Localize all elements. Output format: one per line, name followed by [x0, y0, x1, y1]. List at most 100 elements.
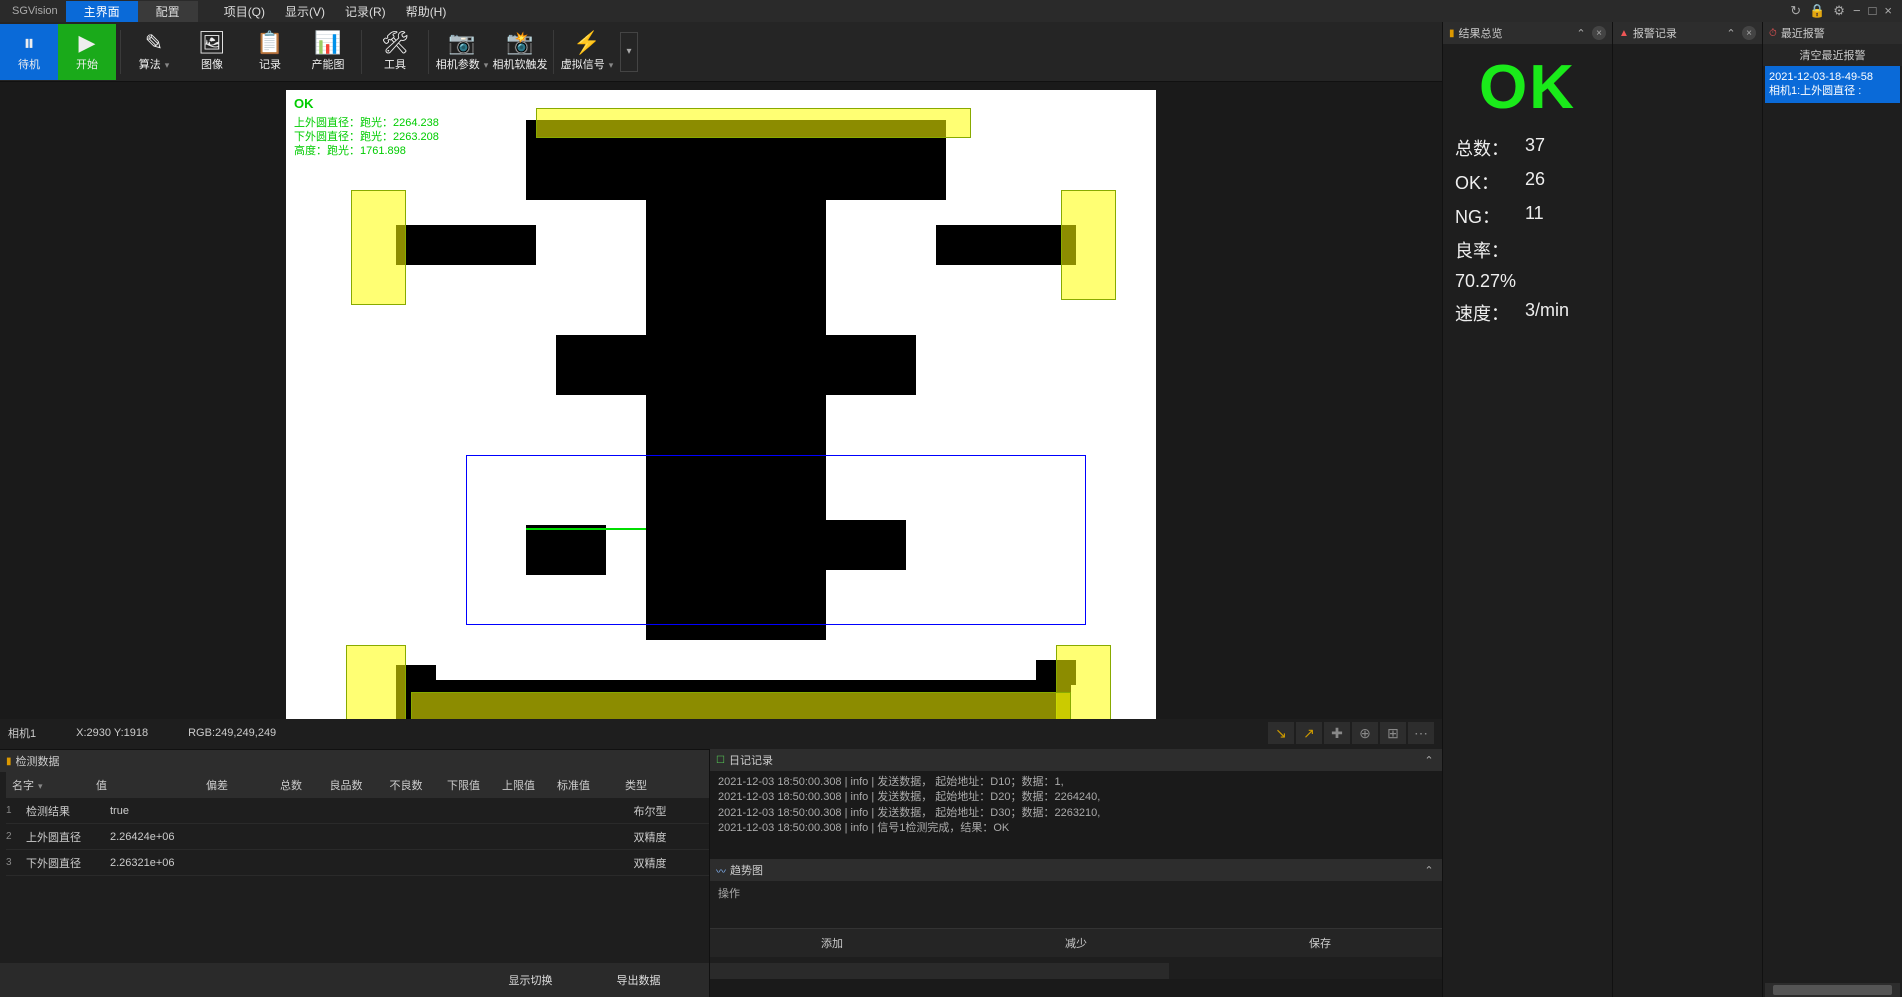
roi-left-lower [346, 645, 406, 719]
tool-start[interactable]: ▶开始 [58, 24, 116, 80]
clipboard-icon: 📋 [256, 32, 283, 54]
tool-capacity[interactable]: 📊产能图 [299, 24, 357, 80]
export-data-button[interactable]: 导出数据 [605, 968, 673, 992]
collapse-icon[interactable]: ⌃ [1574, 26, 1588, 40]
edit-icon: ✎ [145, 32, 163, 54]
stat-yield-value: 70.27% [1449, 267, 1606, 296]
tool-grid[interactable]: ⊞ [1380, 722, 1406, 744]
minimize-icon[interactable]: − [1853, 3, 1861, 19]
camera-icon: 📷 [448, 32, 475, 54]
tool-tools[interactable]: 🛠工具 [366, 24, 424, 80]
trend-header: 〰 趋势图 ⌃ [710, 859, 1442, 881]
tool-measure-1[interactable]: ↘ [1268, 722, 1294, 744]
col-total[interactable]: 总数 [266, 777, 316, 793]
results-panel: ▮ 结果总览 ⌃× OK 总数：37 OK：26 NG：11 良率： 70.27… [1442, 22, 1612, 997]
col-dev[interactable]: 偏差 [206, 777, 266, 793]
toolbar-overflow[interactable]: ▾ [620, 32, 638, 72]
tool-measure-2[interactable]: ↗ [1296, 722, 1322, 744]
results-header: ▮ 结果总览 ⌃× [1443, 22, 1612, 44]
overlay-measure-3: 高度：跑光：1761.898 [294, 144, 406, 158]
tab-main[interactable]: 主界面 [66, 1, 138, 22]
recent-scrollbar[interactable] [1765, 983, 1900, 997]
tool-virtual-signal[interactable]: ⚡虚拟信号 [558, 24, 616, 80]
sys-icons: ↻ 🔒 ⚙ − □ × [1790, 3, 1898, 19]
results-body: OK 总数：37 OK：26 NG：11 良率： 70.27% 速度：3/min [1443, 44, 1612, 997]
col-bad[interactable]: 不良数 [376, 777, 436, 793]
trend-save-button[interactable]: 保存 [1198, 928, 1442, 957]
tool-target[interactable]: ⊕ [1352, 722, 1378, 744]
roi-blue [466, 455, 1086, 625]
trend-reduce-button[interactable]: 减少 [954, 928, 1198, 957]
bottom-right-panels: ☐ 日记记录 ⌃ 2021-12-03 18:50:00.308 | info … [709, 749, 1442, 997]
collapse-icon[interactable]: ⌃ [1724, 26, 1738, 40]
roi-right-upper [1061, 190, 1116, 300]
menu-bar: SGVision 主界面 配置 项目(Q) 显示(V) 记录(R) 帮助(H) … [0, 0, 1902, 22]
trend-panel: 〰 趋势图 ⌃ 操作 添加 减少 保存 [710, 859, 1442, 997]
alarm-panel: ▲ 报警记录 ⌃× [1612, 22, 1762, 997]
image-icon: 🖼 [198, 32, 226, 54]
play-icon: ▶ [79, 32, 96, 54]
menu-help[interactable]: 帮助(H) [396, 1, 457, 22]
tool-more[interactable]: ⋯ [1408, 722, 1434, 744]
recent-alert-item[interactable]: 2021-12-03-18-49-58 相机1:上外圆直径 : [1765, 66, 1900, 103]
menu-record[interactable]: 记录(R) [335, 1, 396, 22]
trend-footer [710, 979, 1442, 997]
col-name[interactable]: 名字 [6, 777, 96, 793]
refresh-icon[interactable]: ↻ [1790, 3, 1801, 19]
tool-camera-params[interactable]: 📷相机参数 [433, 24, 491, 80]
right-panels: ▮ 结果总览 ⌃× OK 总数：37 OK：26 NG：11 良率： 70.27… [1442, 22, 1902, 997]
app-title: SGVision [4, 5, 66, 17]
results-icon: ▮ [1449, 28, 1455, 39]
wrench-icon: 🛠 [381, 32, 409, 54]
stat-ok: OK：26 [1449, 165, 1606, 199]
log-body[interactable]: 2021-12-03 18:50:00.308 | info | 发送数据， 起… [710, 771, 1442, 859]
col-std[interactable]: 标准值 [546, 777, 601, 793]
trend-actions: 添加 减少 保存 [710, 905, 1442, 979]
tool-algorithm[interactable]: ✎算法 [125, 24, 183, 80]
col-low[interactable]: 下限值 [436, 777, 491, 793]
menu-display[interactable]: 显示(V) [275, 1, 335, 22]
trend-op-label: 操作 [710, 881, 1442, 905]
log-line: 2021-12-03 18:50:00.308 | info | 信号1检测完成… [718, 821, 1434, 836]
alarm-header: ▲ 报警记录 ⌃× [1613, 22, 1762, 44]
overlay-measure-2: 下外圆直径：跑光：2263.208 [294, 130, 439, 144]
menu-project[interactable]: 项目(Q) [214, 1, 275, 22]
stat-yield-label: 良率： [1449, 233, 1606, 267]
image-viewport[interactable]: OK 上外圆直径：跑光：2264.238 下外圆直径：跑光：2263.208 高… [0, 82, 1442, 719]
log-header: ☐ 日记记录 ⌃ [710, 749, 1442, 771]
col-good[interactable]: 良品数 [316, 777, 376, 793]
edge-line [526, 528, 646, 530]
col-up[interactable]: 上限值 [491, 777, 546, 793]
settings-icon[interactable]: ⚙ [1833, 3, 1845, 19]
collapse-icon[interactable]: ⌃ [1422, 753, 1436, 767]
lock-icon[interactable]: 🔒 [1809, 3, 1825, 19]
col-type[interactable]: 类型 [601, 777, 671, 793]
log-line: 2021-12-03 18:50:00.308 | info | 发送数据， 起… [718, 790, 1434, 805]
collapse-icon[interactable]: ⌃ [1422, 863, 1436, 877]
close-panel-icon[interactable]: × [1592, 26, 1606, 40]
result-status: OK [1449, 50, 1606, 131]
status-rgb: RGB:249,249,249 [188, 727, 276, 739]
tool-standby[interactable]: ⏸待机 [0, 24, 58, 80]
tool-crosshair[interactable]: ✚ [1324, 722, 1350, 744]
stat-speed: 速度：3/min [1449, 296, 1606, 330]
tool-image[interactable]: 🖼图像 [183, 24, 241, 80]
close-icon[interactable]: × [1884, 3, 1892, 19]
tool-record[interactable]: 📋记录 [241, 24, 299, 80]
toggle-display-button[interactable]: 显示切换 [497, 968, 565, 992]
tab-config[interactable]: 配置 [138, 1, 198, 22]
overlay-measure-1: 上外圆直径：跑光：2264.238 [294, 116, 439, 130]
warning-icon: ▲ [1619, 28, 1629, 39]
col-value[interactable]: 值 [96, 777, 206, 793]
close-panel-icon[interactable]: × [1742, 26, 1756, 40]
stat-total: 总数：37 [1449, 131, 1606, 165]
roi-top [536, 108, 971, 138]
maximize-icon[interactable]: □ [1869, 3, 1877, 19]
clear-recent-button[interactable]: 清空最近报警 [1763, 44, 1902, 66]
overlay-status: OK [294, 96, 314, 111]
image-tools: ↘ ↗ ✚ ⊕ ⊞ ⋯ [1268, 722, 1434, 744]
trend-add-button[interactable]: 添加 [710, 928, 954, 957]
clock-icon: ⏱ [1769, 28, 1777, 39]
log-line: 2021-12-03 18:50:00.308 | info | 发送数据， 起… [718, 806, 1434, 821]
tool-soft-trigger[interactable]: 📸相机软触发 [491, 24, 549, 80]
